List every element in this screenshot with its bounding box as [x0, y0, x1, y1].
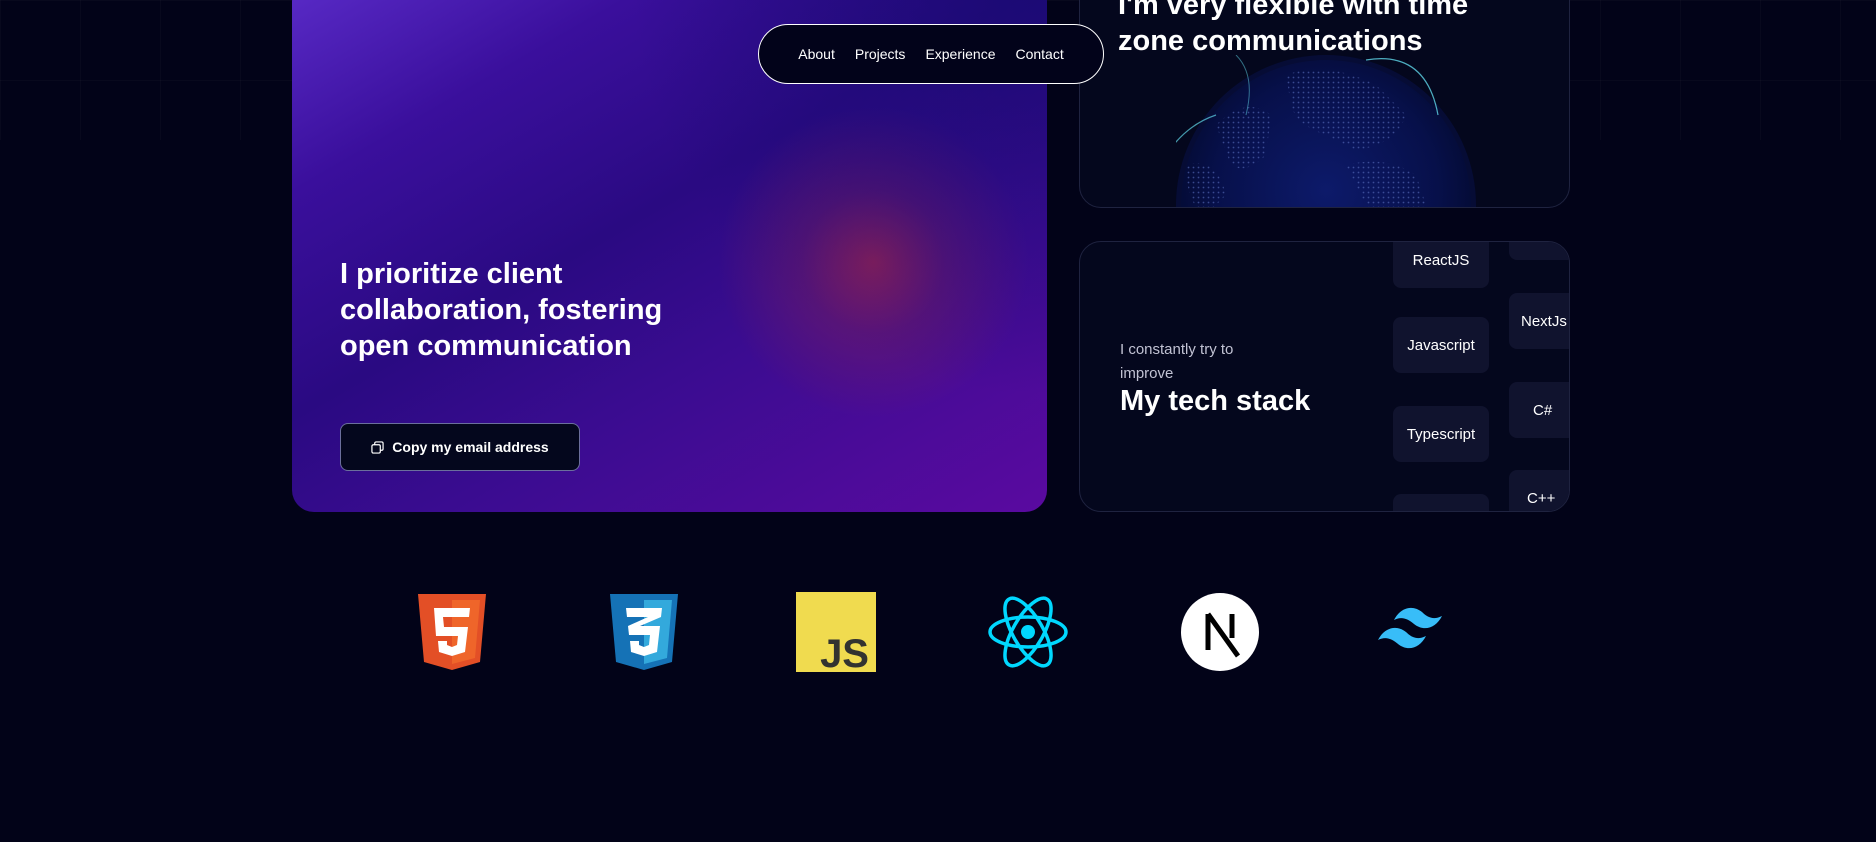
- collaboration-title: I prioritize client collaboration, foste…: [340, 258, 663, 362]
- tech-chip-reactjs: ReactJS: [1393, 242, 1489, 288]
- globe-icon: [1176, 55, 1476, 207]
- copy-icon: [371, 440, 384, 454]
- react-logo: [988, 596, 1068, 668]
- timezone-card: I'm very flexible with time zone communi…: [1079, 0, 1570, 208]
- tech-chip-cpp: C++: [1509, 470, 1569, 511]
- copy-email-label: Copy my email address: [392, 439, 549, 455]
- nav-link-about[interactable]: About: [798, 46, 835, 62]
- tech-chip-csharp: C#: [1509, 382, 1569, 438]
- nextjs-logo: [1181, 593, 1259, 671]
- css3-logo: [610, 594, 678, 670]
- timezone-title: I'm very flexible with time zone communi…: [1118, 0, 1469, 57]
- tech-chip-typescript: Typescript: [1393, 406, 1489, 462]
- floating-nav: About Projects Experience Contact: [758, 24, 1104, 84]
- nav-link-contact[interactable]: Contact: [1015, 46, 1063, 62]
- copy-email-button[interactable]: Copy my email address: [340, 423, 580, 471]
- javascript-logo: JS: [796, 592, 876, 672]
- tech-chip-label: C#: [1533, 401, 1553, 419]
- tech-chip-javascript: Javascript: [1393, 317, 1489, 373]
- nav-link-projects[interactable]: Projects: [855, 46, 906, 62]
- tech-stack-card: I constantly try to improve My tech stac…: [1079, 241, 1570, 512]
- tech-chip-label: C++: [1527, 489, 1556, 507]
- tech-chip-label: ReactJS: [1412, 251, 1470, 269]
- tech-chip-label: Javascript: [1407, 336, 1475, 354]
- tailwind-logo: [1378, 607, 1442, 649]
- tech-chip-empty-top: [1509, 242, 1569, 260]
- tech-stack-subtitle: I constantly try to improve: [1120, 341, 1234, 382]
- tech-chip-empty: [1393, 494, 1489, 511]
- html5-logo: [418, 594, 486, 670]
- tech-chip-label: NextJs: [1521, 312, 1567, 330]
- nav-link-experience[interactable]: Experience: [925, 46, 995, 62]
- section-heading-partial: [660, 826, 1240, 842]
- tech-chip-label: Typescript: [1406, 425, 1476, 443]
- tech-stack-title: My tech stack: [1120, 385, 1311, 417]
- svg-text:JS: JS: [820, 632, 869, 672]
- page: I prioritize client collaboration, foste…: [0, 0, 1876, 842]
- tech-chip-nextjs: NextJs: [1509, 293, 1569, 349]
